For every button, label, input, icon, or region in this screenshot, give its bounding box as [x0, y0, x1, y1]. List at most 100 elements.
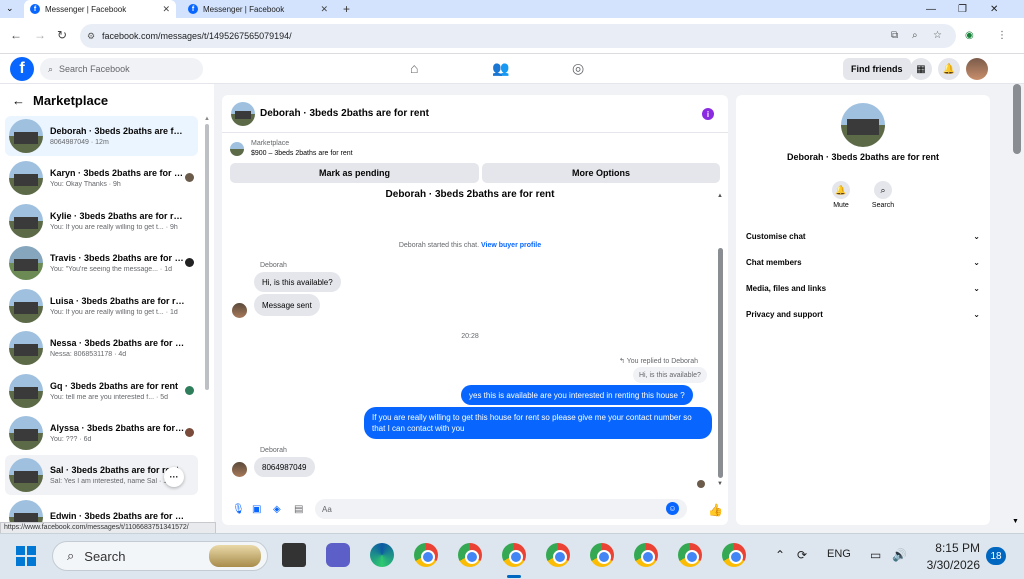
facebook-search-input[interactable]: ⌕ Search Facebook: [40, 58, 203, 80]
back-arrow-icon[interactable]: ←: [12, 93, 25, 108]
sticker-icon[interactable]: ◈: [273, 504, 281, 515]
tab-messenger-1[interactable]: f Messenger | Facebook ✕: [24, 0, 176, 18]
groups-icon[interactable]: ◎: [572, 60, 584, 77]
chrome-profile-icon[interactable]: [634, 543, 658, 567]
scroll-up-icon[interactable]: ▲: [717, 193, 723, 199]
more-options-icon[interactable]: ···: [164, 467, 184, 487]
page-scroll-down-icon[interactable]: ▼: [1012, 518, 1019, 525]
privacy-support-item[interactable]: Privacy and support ⌄: [746, 310, 980, 319]
site-info-icon[interactable]: ⚙: [87, 31, 95, 42]
like-thumb-icon[interactable]: 👍: [708, 503, 723, 517]
conversation-item[interactable]: Edwin · 3beds 2baths are for rent: [5, 497, 198, 522]
outgoing-message[interactable]: If you are really willing to get this ho…: [364, 407, 712, 439]
restore-icon[interactable]: ❐: [958, 0, 967, 18]
home-icon[interactable]: ⌂: [410, 60, 418, 76]
conversation-item[interactable]: Luisa · 3beds 2baths are for rent You: If…: [5, 286, 198, 326]
sender-avatar[interactable]: [232, 462, 247, 477]
conversation-item[interactable]: Kylie · 3beds 2baths are for rent You: If…: [5, 201, 198, 241]
conversation-item[interactable]: Deborah · 3beds 2baths are for rent 80649…: [5, 116, 198, 156]
edge-icon[interactable]: [370, 543, 394, 567]
install-icon[interactable]: ⧉: [891, 30, 898, 41]
chrome-profile-icon[interactable]: [502, 543, 526, 567]
mute-button[interactable]: 🔔 Mute: [821, 181, 861, 209]
conversation-item[interactable]: Alyssa · 3beds 2baths are for rent You: ?…: [5, 413, 198, 453]
forward-icon[interactable]: →: [34, 28, 46, 42]
close-window-icon[interactable]: ✕: [990, 0, 998, 18]
chrome-icon[interactable]: [414, 543, 438, 567]
listing-info[interactable]: Marketplace $900 – 3beds 2baths are for …: [230, 140, 353, 157]
zoom-icon[interactable]: ⌕: [912, 30, 918, 41]
new-tab-icon[interactable]: +: [343, 2, 350, 16]
quoted-message[interactable]: Hi, is this available?: [633, 367, 707, 383]
facebook-logo-icon[interactable]: f: [10, 57, 34, 81]
tray-chevron-up-icon[interactable]: ⌃: [775, 548, 785, 562]
view-buyer-profile-link[interactable]: View buyer profile: [481, 242, 541, 249]
chat-scrollbar[interactable]: [718, 248, 723, 478]
task-view-icon[interactable]: [282, 543, 306, 567]
taskbar-search[interactable]: ⌕ Search: [52, 541, 268, 571]
media-files-links-item[interactable]: Media, files and links ⌄: [746, 284, 980, 293]
monitor-icon[interactable]: ▭: [870, 548, 881, 562]
conversation-item[interactable]: Travis · 3beds 2baths are for rent You: "…: [5, 243, 198, 283]
contact-avatar[interactable]: [841, 103, 885, 147]
tab-messenger-2[interactable]: f Messenger | Facebook ✕: [182, 0, 334, 18]
scroll-up-icon[interactable]: ▲: [204, 116, 210, 122]
listing-thumbnail: [230, 142, 244, 156]
conversation-item[interactable]: Karyn · 3beds 2baths are for rent You: Ok…: [5, 158, 198, 198]
chrome-profile-icon[interactable]: [458, 543, 482, 567]
chat-members-item[interactable]: Chat members ⌄: [746, 258, 980, 267]
chrome-profile-icon[interactable]: [722, 543, 746, 567]
profile-icon[interactable]: ◉: [965, 30, 974, 41]
microphone-icon[interactable]: 🎙: [232, 504, 245, 515]
windows-start-icon[interactable]: [16, 546, 36, 566]
back-icon[interactable]: ←: [10, 28, 22, 42]
incoming-message[interactable]: Message sent: [254, 294, 320, 316]
conversation-item[interactable]: Nessa · 3beds 2baths are for rent Nessa: …: [5, 328, 198, 368]
volume-icon[interactable]: 🔊: [892, 548, 907, 562]
teams-icon[interactable]: [326, 543, 350, 567]
more-options-button[interactable]: More Options: [482, 163, 720, 183]
info-icon[interactable]: i: [702, 108, 714, 120]
chevron-down-icon: ⌄: [973, 310, 980, 319]
tab-search-chevron-icon[interactable]: ⌄: [6, 3, 14, 14]
emoji-icon[interactable]: ☺: [666, 502, 679, 515]
bookmark-star-icon[interactable]: ☆: [933, 30, 942, 41]
chat-title[interactable]: Deborah · 3beds 2baths are for rent: [260, 108, 429, 119]
page-scrollbar[interactable]: [1013, 84, 1021, 154]
profile-avatar[interactable]: [966, 58, 988, 80]
reload-icon[interactable]: ↻: [57, 28, 67, 42]
photo-icon[interactable]: ▣: [252, 504, 261, 515]
chrome-profile-icon[interactable]: [546, 543, 570, 567]
conversation-item[interactable]: Gq · 3beds 2baths are for rent You: tell …: [5, 371, 198, 411]
mark-as-pending-button[interactable]: Mark as pending: [230, 163, 479, 183]
sidebar-scrollbar[interactable]: [205, 124, 209, 390]
gif-icon[interactable]: ▤: [294, 504, 303, 515]
close-tab-icon[interactable]: ✕: [320, 4, 328, 15]
search-chat-button[interactable]: ⌕ Search: [863, 181, 903, 209]
incoming-message[interactable]: 8064987049: [254, 457, 315, 477]
chrome-profile-icon[interactable]: [678, 543, 702, 567]
outgoing-message[interactable]: yes this is available are you interested…: [461, 385, 693, 405]
menu-grid-icon[interactable]: ▦: [910, 58, 932, 80]
chrome-profile-icon[interactable]: [590, 543, 614, 567]
url-input[interactable]: ⚙ facebook.com/messages/t/14952675650791…: [80, 24, 956, 48]
chat-avatar[interactable]: [231, 101, 255, 126]
notification-badge[interactable]: 18: [986, 547, 1006, 565]
sender-avatar[interactable]: [232, 303, 247, 318]
close-tab-icon[interactable]: ✕: [162, 4, 170, 15]
menu-dots-icon[interactable]: ⋮: [997, 30, 1007, 41]
sync-icon[interactable]: ⟳: [797, 548, 807, 562]
scroll-down-icon[interactable]: ▼: [717, 481, 723, 487]
message-input[interactable]: Aa ☺: [315, 499, 687, 519]
bell-icon: 🔔: [832, 181, 850, 199]
incoming-message[interactable]: Hi, is this available?: [254, 272, 341, 292]
language-indicator[interactable]: ENG: [827, 548, 851, 560]
find-friends-button[interactable]: Find friends: [843, 58, 911, 80]
clock[interactable]: 8:15 PM 3/30/2026: [920, 540, 980, 574]
conversation-item[interactable]: Sal · 3beds 2baths are for rent Sal: Yes …: [5, 455, 198, 495]
customise-chat-item[interactable]: Customise chat ⌄: [746, 232, 980, 241]
friends-icon[interactable]: 👥: [492, 60, 509, 77]
search-icon: ⌕: [67, 548, 75, 563]
minimize-icon[interactable]: —: [926, 0, 936, 18]
notifications-bell-icon[interactable]: 🔔: [938, 58, 960, 80]
